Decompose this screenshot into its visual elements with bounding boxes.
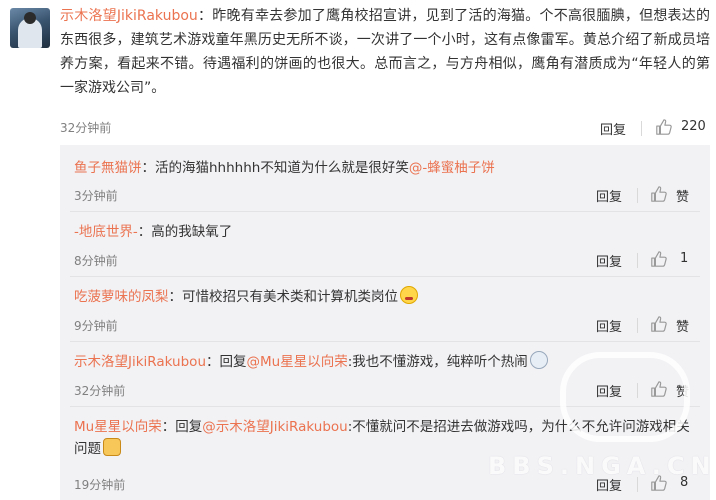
dizzy-emoji-icon xyxy=(529,351,548,369)
avatar-head xyxy=(24,12,36,24)
timestamp: 32分钟前 xyxy=(74,384,126,398)
thumbs-up-icon[interactable] xyxy=(650,315,668,333)
reply-prefix: ：回复 xyxy=(161,419,203,435)
timestamp: 32分钟前 xyxy=(60,121,112,135)
username-link[interactable]: 吃菠萝味的凤梨 xyxy=(74,289,169,305)
username-link[interactable]: 示木洛望JikiRakubou xyxy=(74,354,206,370)
like-count: 220 xyxy=(681,119,706,134)
username-link[interactable]: Mu星星以向荣 xyxy=(74,419,162,435)
username-link[interactable]: 示木洛望JikiRakubou xyxy=(60,8,198,24)
divider xyxy=(641,121,642,136)
reply-text: ：活的海猫hhhhhh不知道为什么就是很好笑 xyxy=(141,160,409,176)
timestamp: 9分钟前 xyxy=(74,319,118,333)
reply-button[interactable]: 回复 xyxy=(596,251,622,270)
cat-emoji-icon xyxy=(103,438,121,456)
timestamp: 19分钟前 xyxy=(74,478,126,492)
reply-text: ：可惜校招只有美术类和计算机类岗位 xyxy=(168,289,399,305)
mention-link[interactable]: @-蜂蜜柚子饼 xyxy=(409,160,495,176)
thumbs-up-icon[interactable] xyxy=(650,250,668,268)
reply-button[interactable]: 回复 xyxy=(596,316,622,335)
timestamp: 8分钟前 xyxy=(74,254,118,268)
reply-list: 鱼子無猫饼：活的海猫hhhhhh不知道为什么就是很好笑@-蜂蜜柚子饼 3分钟前 … xyxy=(60,145,710,500)
username-link[interactable]: 鱼子無猫饼 xyxy=(74,160,142,176)
divider xyxy=(70,276,700,277)
crying-emoji-icon xyxy=(400,286,418,304)
reply-text: ：高的我缺氧了 xyxy=(137,224,233,240)
avatar[interactable] xyxy=(10,8,50,48)
divider xyxy=(70,341,700,342)
divider xyxy=(637,318,638,333)
thumbs-up-icon[interactable] xyxy=(650,185,668,203)
reply-button[interactable]: 回复 xyxy=(596,186,622,205)
mention-link[interactable]: @Mu星星以向荣 xyxy=(247,354,348,370)
timestamp: 3分钟前 xyxy=(74,189,118,203)
like-label[interactable]: 赞 xyxy=(676,316,689,335)
reply-prefix: ：回复 xyxy=(206,354,247,370)
divider xyxy=(637,188,638,203)
reply-button[interactable]: 回复 xyxy=(600,119,626,138)
username-link[interactable]: -地底世界- xyxy=(74,224,138,240)
reply-text: :我也不懂游戏，纯粹听个热闹 xyxy=(347,354,528,370)
main-comment-text: 示木洛望JikiRakubou：昨晚有幸去参加了鹰角校招宣讲，见到了活的海猫。个… xyxy=(60,4,710,100)
watermark-logo xyxy=(560,352,690,442)
watermark: BBS.NGA.CN xyxy=(488,452,716,480)
divider xyxy=(637,253,638,268)
thumbs-up-icon[interactable] xyxy=(655,118,673,136)
like-count: 1 xyxy=(680,251,689,266)
like-label[interactable]: 赞 xyxy=(676,186,689,205)
divider xyxy=(70,211,700,212)
mention-link[interactable]: @示木洛望JikiRakubou xyxy=(202,419,348,435)
